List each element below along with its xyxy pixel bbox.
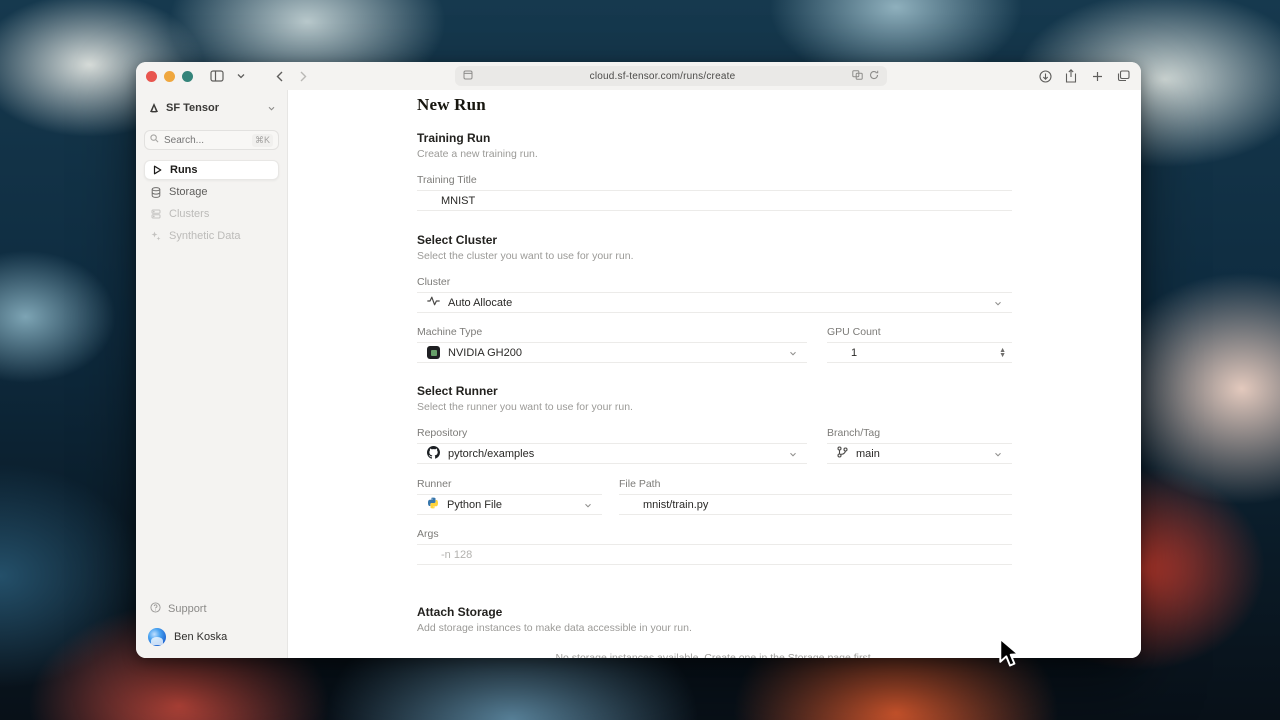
- minimize-window-button[interactable]: [164, 71, 175, 82]
- sidebar-item-label: Clusters: [169, 208, 209, 220]
- sidebar-item-storage[interactable]: Storage: [144, 182, 279, 202]
- avatar: [148, 628, 166, 646]
- sidebar-item-label: Synthetic Data: [169, 230, 241, 242]
- sidebar-item-synthetic-data: Synthetic Data: [144, 226, 279, 246]
- user-name: Ben Koska: [174, 631, 227, 643]
- args-input[interactable]: [441, 549, 1012, 561]
- runner-select[interactable]: Python File: [417, 494, 602, 515]
- close-window-button[interactable]: [146, 71, 157, 82]
- section-title-select-cluster: Select Cluster: [417, 233, 1012, 247]
- translate-icon[interactable]: [852, 70, 863, 83]
- user-menu[interactable]: Ben Koska: [144, 620, 279, 648]
- section-title-attach-storage: Attach Storage: [417, 605, 1012, 619]
- section-subtitle-select-cluster: Select the cluster you want to use for y…: [417, 250, 1012, 262]
- file-path-label: File Path: [619, 478, 1012, 490]
- tab-overview-icon[interactable]: [1115, 68, 1131, 84]
- chevron-down-icon: [994, 297, 1012, 309]
- repository-label: Repository: [417, 427, 807, 439]
- url-text: cloud.sf-tensor.com/runs/create: [479, 71, 846, 82]
- search-input[interactable]: [164, 135, 247, 146]
- sidebar-chevron-down-icon[interactable]: [233, 68, 249, 84]
- page-title: New Run: [417, 95, 1012, 115]
- github-icon: [427, 446, 440, 462]
- address-bar[interactable]: cloud.sf-tensor.com/runs/create: [455, 66, 887, 86]
- training-title-input[interactable]: [441, 195, 1012, 207]
- repository-select[interactable]: pytorch/examples: [417, 443, 807, 464]
- branch-tag-value: main: [856, 448, 880, 460]
- sidebar: SF Tensor ⌘K Runs: [136, 90, 288, 658]
- browser-toolbar: cloud.sf-tensor.com/runs/create: [136, 62, 1141, 90]
- chevron-down-icon: [994, 448, 1012, 460]
- forward-button: [295, 68, 311, 84]
- new-tab-icon[interactable]: [1089, 68, 1105, 84]
- machine-type-value: NVIDIA GH200: [448, 347, 522, 359]
- mouse-cursor: [997, 638, 1023, 673]
- play-icon: [151, 165, 163, 175]
- gpu-count-input[interactable]: [851, 347, 891, 359]
- workspace-chevron-down-icon: [268, 102, 275, 114]
- stepper-arrows-icon[interactable]: ▲▼: [999, 348, 1012, 358]
- storage-empty-state: No storage instances available. Create o…: [417, 652, 1012, 658]
- cluster-select[interactable]: Auto Allocate: [417, 292, 1012, 313]
- branch-tag-label: Branch/Tag: [827, 427, 1012, 439]
- git-branch-icon: [837, 446, 848, 461]
- activity-icon: [427, 296, 440, 309]
- support-label: Support: [168, 603, 207, 615]
- gpu-chip-icon: [427, 346, 440, 359]
- chevron-down-icon: [789, 448, 807, 460]
- args-label: Args: [417, 528, 1012, 540]
- section-subtitle-attach-storage: Add storage instances to make data acces…: [417, 622, 1012, 634]
- machine-type-select[interactable]: NVIDIA GH200: [417, 342, 807, 363]
- machine-type-label: Machine Type: [417, 326, 807, 338]
- section-title-training-run: Training Run: [417, 131, 1012, 145]
- search-box[interactable]: ⌘K: [144, 130, 279, 150]
- section-subtitle-select-runner: Select the runner you want to use for yo…: [417, 401, 1012, 413]
- page-settings-icon[interactable]: [463, 70, 473, 83]
- back-button[interactable]: [271, 68, 287, 84]
- chevron-down-icon: [584, 499, 602, 511]
- gpu-count-stepper[interactable]: ▲▼: [827, 342, 1012, 363]
- browser-window: cloud.sf-tensor.com/runs/create: [136, 62, 1141, 658]
- sidebar-item-clusters: Clusters: [144, 204, 279, 224]
- share-icon[interactable]: [1063, 68, 1079, 84]
- sidebar-item-label: Runs: [170, 164, 198, 176]
- section-title-select-runner: Select Runner: [417, 384, 1012, 398]
- python-icon: [427, 497, 439, 512]
- repository-value: pytorch/examples: [448, 448, 534, 460]
- sidebar-item-runs[interactable]: Runs: [144, 160, 279, 180]
- chevron-down-icon: [789, 347, 807, 359]
- workspace-name: SF Tensor: [166, 102, 219, 114]
- gpu-count-label: GPU Count: [827, 326, 1012, 338]
- runner-label: Runner: [417, 478, 602, 490]
- sf-tensor-logo-icon: [148, 102, 160, 114]
- runner-value: Python File: [447, 499, 502, 511]
- cluster-label: Cluster: [417, 276, 1012, 288]
- sidebar-item-support[interactable]: Support: [144, 598, 279, 620]
- search-shortcut: ⌘K: [252, 134, 273, 147]
- workspace-switcher[interactable]: SF Tensor: [144, 98, 279, 118]
- main-content: New Run Training Run Create a new traini…: [288, 90, 1141, 658]
- section-subtitle-training-run: Create a new training run.: [417, 148, 1012, 160]
- zoom-window-button[interactable]: [182, 71, 193, 82]
- search-icon: [150, 134, 159, 146]
- database-icon: [150, 187, 162, 198]
- branch-tag-select[interactable]: main: [827, 443, 1012, 464]
- cluster-value: Auto Allocate: [448, 297, 512, 309]
- downloads-icon[interactable]: [1037, 68, 1053, 84]
- help-circle-icon: [150, 602, 161, 616]
- file-path-input[interactable]: [643, 499, 1012, 511]
- training-title-label: Training Title: [417, 174, 1012, 186]
- reload-icon[interactable]: [869, 70, 879, 83]
- sidebar-toggle-icon[interactable]: [209, 68, 225, 84]
- server-icon: [150, 209, 162, 219]
- traffic-lights: [146, 71, 193, 82]
- sparkles-icon: [150, 231, 162, 241]
- sidebar-item-label: Storage: [169, 186, 208, 198]
